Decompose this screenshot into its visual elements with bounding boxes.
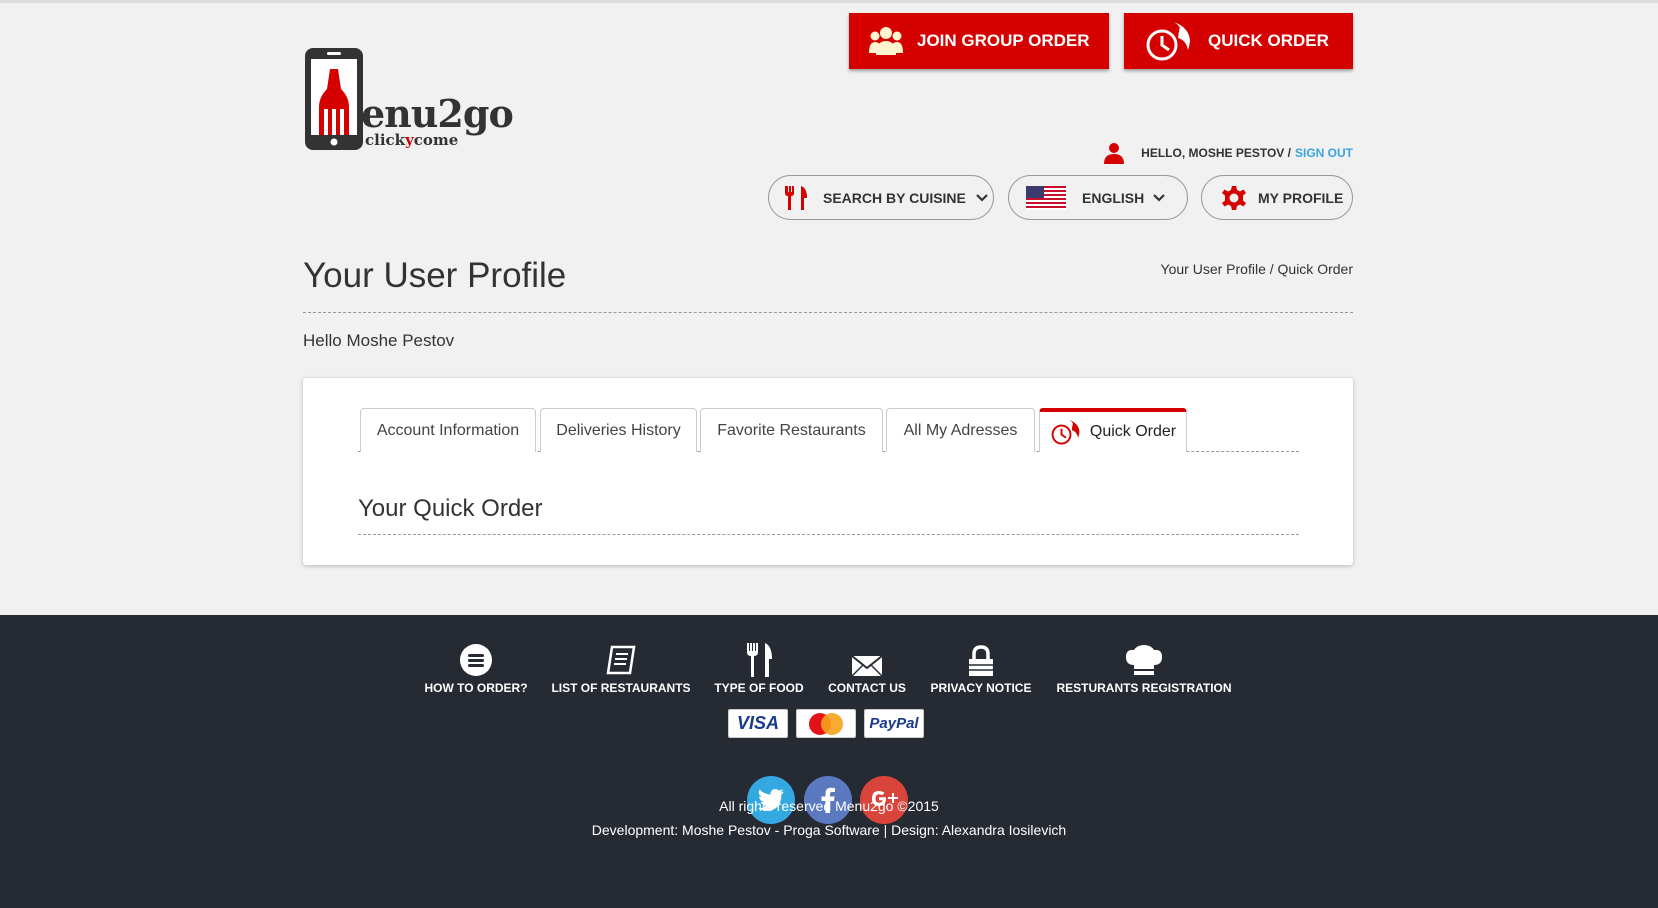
quick-order-button[interactable]: QUICK ORDER bbox=[1124, 13, 1353, 69]
tagline-part-1: click bbox=[365, 131, 406, 149]
group-people-icon bbox=[869, 27, 903, 55]
user-greeting-bar: HELLO, MOSHE PESTOV / SIGN OUT bbox=[1103, 142, 1353, 164]
tab-deliveries-history[interactable]: Deliveries History bbox=[540, 408, 697, 452]
tab-favorite-restaurants[interactable]: Favorite Restaurants bbox=[700, 408, 883, 452]
search-by-cuisine-dropdown[interactable]: SEARCH BY CUISINE bbox=[768, 175, 994, 220]
footer-link-type-of-food[interactable]: TYPE OF FOOD bbox=[713, 641, 805, 695]
footer-link-label: PRIVACY NOTICE bbox=[930, 681, 1032, 695]
language-dropdown[interactable]: ENGLISH bbox=[1008, 175, 1188, 220]
profile-card: Account Information Deliveries History F… bbox=[303, 378, 1353, 565]
footer-link-list-of-restaurants[interactable]: LIST OF RESTAURANTS bbox=[551, 641, 691, 695]
cutlery-icon bbox=[785, 185, 807, 210]
quick-order-label: QUICK ORDER bbox=[1208, 31, 1329, 50]
gear-icon bbox=[1222, 185, 1246, 210]
footer-link-label: CONTACT US bbox=[828, 681, 906, 695]
footer-link-label: TYPE OF FOOD bbox=[714, 681, 804, 695]
chef-hat-icon bbox=[1126, 645, 1162, 675]
footer-link-label: LIST OF RESTAURANTS bbox=[551, 681, 691, 695]
greeting-text: Hello Moshe Pestov bbox=[303, 331, 455, 350]
mastercard-logo-icon bbox=[809, 712, 843, 735]
title-divider bbox=[303, 312, 1353, 313]
sign-out-link[interactable]: SIGN OUT bbox=[1295, 146, 1353, 160]
footer-link-resturants-registration[interactable]: RESTURANTS REGISTRATION bbox=[1054, 641, 1234, 695]
tab-all-my-adresses[interactable]: All My Adresses bbox=[886, 408, 1035, 452]
menu2go-logo[interactable]: enu2go clickycome bbox=[303, 47, 523, 151]
footer-link-contact-us[interactable]: CONTACT US bbox=[826, 641, 908, 695]
footer-link-how-to-order[interactable]: HOW TO ORDER? bbox=[424, 641, 528, 695]
mastercard-icon bbox=[796, 709, 856, 738]
hello-user-text: HELLO, MOSHE PESTOV / bbox=[1141, 146, 1291, 160]
tab-account-information[interactable]: Account Information bbox=[360, 408, 536, 452]
payment-methods: VISA PayPal bbox=[728, 709, 924, 738]
join-group-order-button[interactable]: JOIN GROUP ORDER bbox=[849, 13, 1109, 69]
menu-circle-icon bbox=[460, 644, 492, 676]
footer-link-label: HOW TO ORDER? bbox=[424, 681, 528, 695]
list-document-icon bbox=[606, 645, 636, 675]
card-divider bbox=[358, 534, 1299, 535]
clock-flame-icon bbox=[1146, 22, 1190, 61]
quick-order-heading: Your Quick Order bbox=[358, 495, 543, 522]
profile-tabs: Account Information Deliveries History F… bbox=[358, 408, 1299, 452]
us-flag-icon bbox=[1026, 185, 1066, 210]
logo-wordmark: enu2go bbox=[361, 91, 514, 136]
my-profile-button[interactable]: MY PROFILE bbox=[1201, 175, 1353, 220]
tab-label: Account Information bbox=[376, 421, 520, 439]
chevron-down-icon bbox=[1153, 193, 1166, 202]
visa-card-icon: VISA bbox=[728, 709, 788, 738]
paypal-icon: PayPal bbox=[864, 709, 924, 738]
phone-fork-logo-icon bbox=[305, 48, 363, 150]
clock-flame-icon bbox=[1051, 419, 1080, 445]
footer-link-label: RESTURANTS REGISTRATION bbox=[1056, 681, 1232, 695]
top-border bbox=[0, 0, 1658, 3]
tagline-part-3: come bbox=[413, 131, 459, 149]
tab-label: Favorite Restaurants bbox=[717, 421, 866, 439]
paypal-label: PayPal bbox=[869, 715, 919, 732]
lock-icon bbox=[969, 645, 993, 676]
tab-label: Deliveries History bbox=[556, 421, 681, 439]
user-icon bbox=[1104, 143, 1125, 164]
breadcrumb: Your User Profile / Quick Order bbox=[1160, 261, 1353, 277]
envelope-icon bbox=[851, 655, 883, 677]
tab-label: Quick Order bbox=[1089, 423, 1177, 440]
chevron-down-icon bbox=[976, 193, 988, 202]
my-profile-label: MY PROFILE bbox=[1258, 189, 1344, 206]
footer: HOW TO ORDER? LIST OF RESTAURANTS TYPE O… bbox=[0, 615, 1658, 908]
cutlery-icon bbox=[747, 643, 772, 677]
join-group-order-label: JOIN GROUP ORDER bbox=[917, 31, 1090, 50]
tab-quick-order[interactable]: Quick Order bbox=[1039, 408, 1187, 452]
visa-label: VISA bbox=[736, 713, 779, 733]
language-label: ENGLISH bbox=[1082, 189, 1145, 206]
tab-label: All My Adresses bbox=[903, 421, 1018, 439]
footer-link-privacy-notice[interactable]: PRIVACY NOTICE bbox=[929, 641, 1033, 695]
copyright-text: All rights reserved Menu2go ©2015 bbox=[719, 798, 939, 814]
credits-text: Development: Moshe Pestov - Proga Softwa… bbox=[591, 822, 1067, 838]
tagline-part-2: y bbox=[405, 131, 414, 149]
page-title: Your User Profile bbox=[303, 256, 567, 295]
logo-tagline: clickycome bbox=[365, 131, 458, 149]
search-by-cuisine-label: SEARCH BY CUISINE bbox=[823, 189, 966, 206]
